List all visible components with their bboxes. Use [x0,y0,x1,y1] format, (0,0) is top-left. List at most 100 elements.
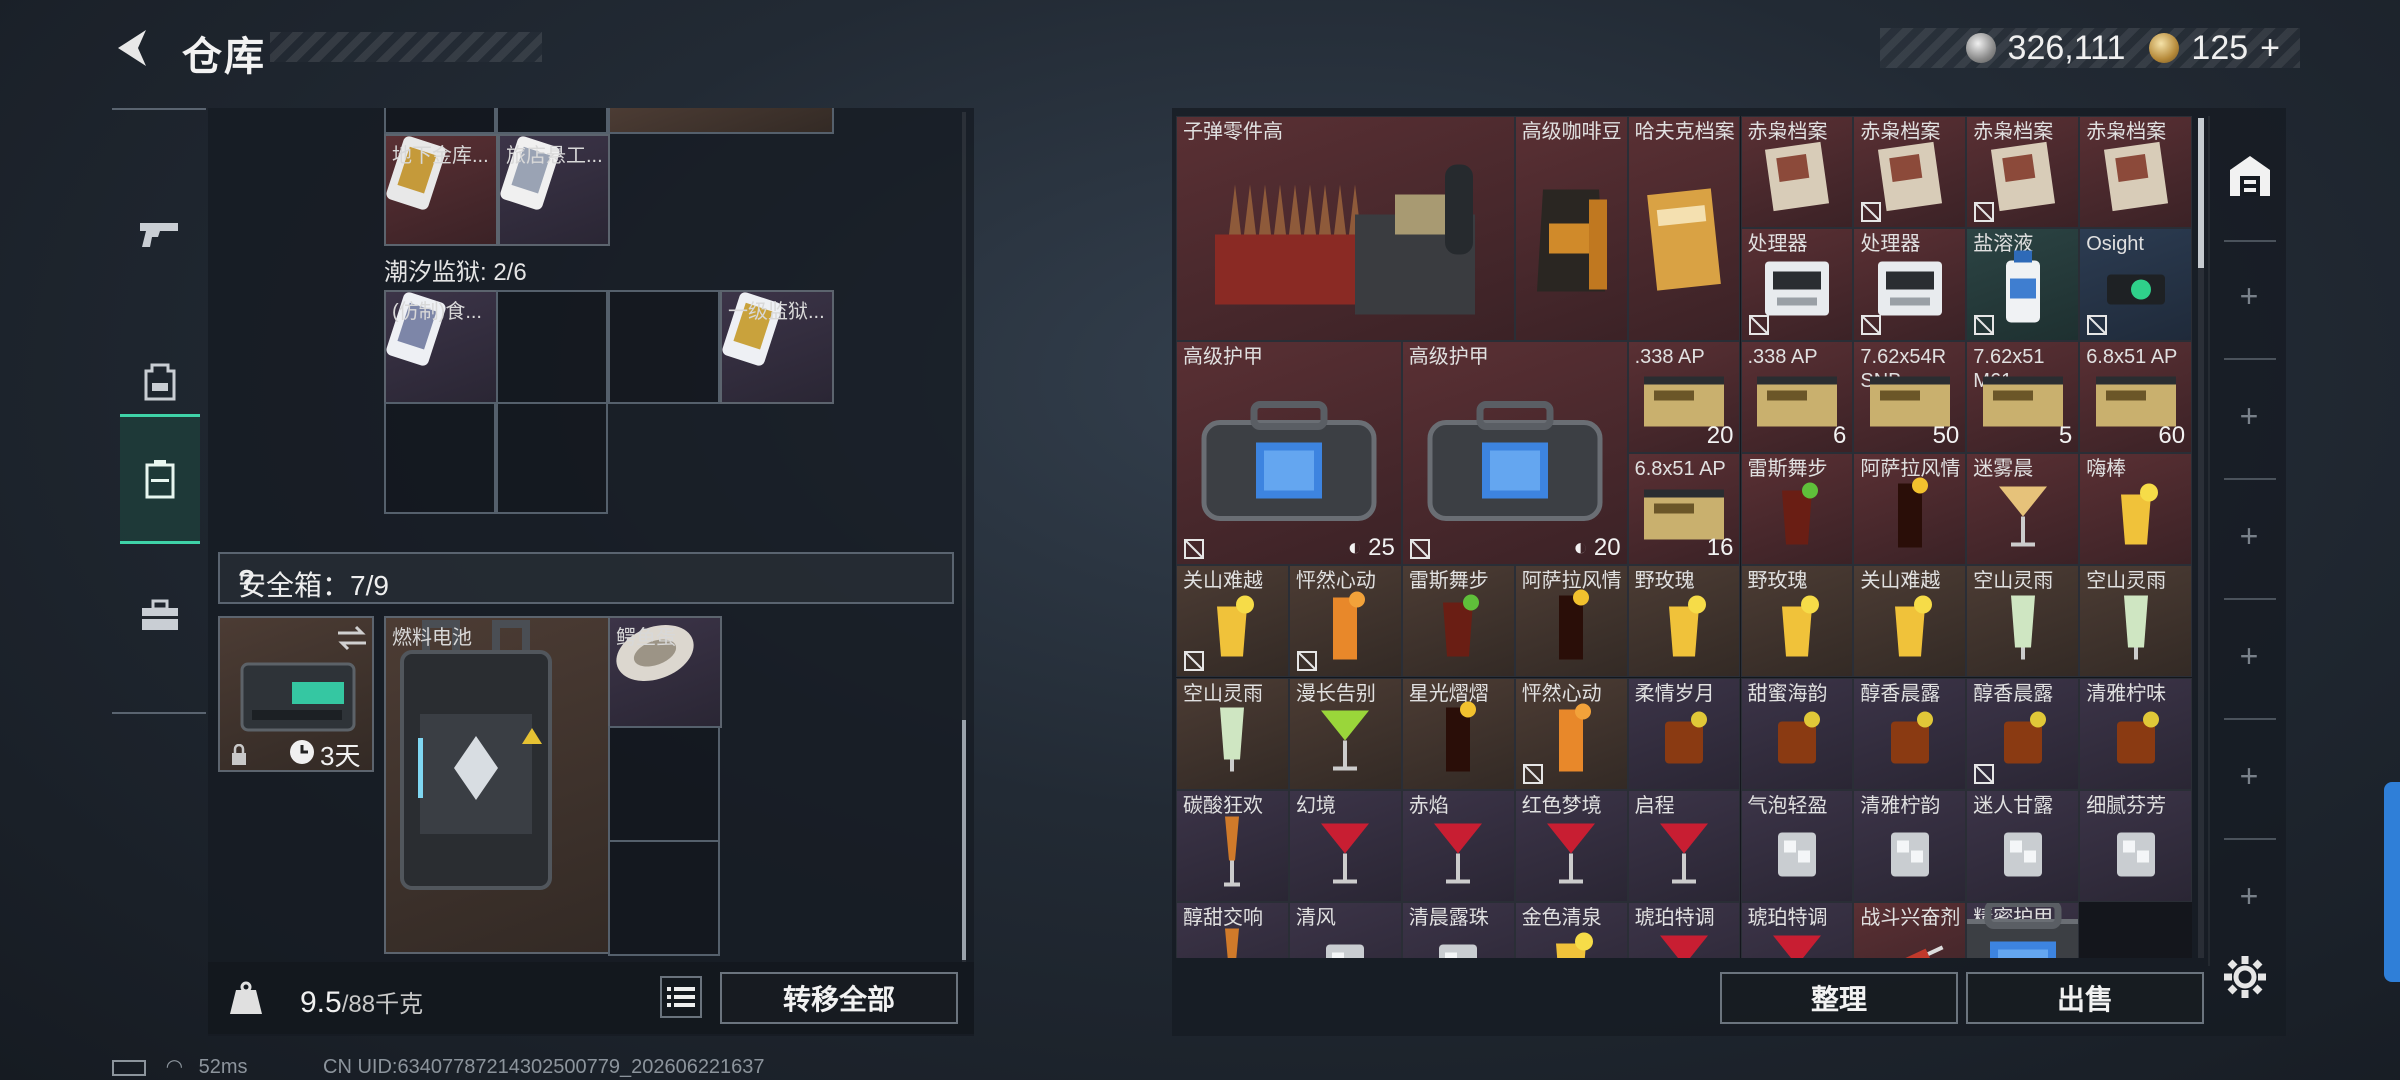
transfer-all-button[interactable]: 转移全部 [720,972,958,1024]
stash-item[interactable]: 赤枭档案 [1966,116,2080,229]
stash-item[interactable]: 6.8x51 AP 60 [2079,340,2192,453]
stash-item[interactable]: 迷人甘露 [1966,789,2080,903]
stash-item[interactable]: 怦然心动 [1288,565,1402,678]
grid-cell[interactable] [496,290,608,404]
item-name: 地下金库... [392,145,489,167]
nav-weapons[interactable] [120,170,200,300]
stash-item[interactable]: 盐溶液 [1966,228,2080,341]
stash-item[interactable]: 赤枭档案 [1740,116,1854,229]
stash-item[interactable]: .338 AP 6 [1740,340,1854,453]
stash-item[interactable]: 关山难越 [1853,565,1967,678]
stash-item[interactable]: 醇香晨露 [1966,677,2080,790]
stash-item[interactable]: 醇甜交响 [1176,902,1289,958]
gold-amount: 125 [2191,28,2249,67]
stash-item[interactable]: 甜蜜海韵 [1740,677,1854,790]
stash-item[interactable]: 细腻芬芳 [2079,789,2192,903]
stash-item[interactable]: 幻境 [1288,789,1402,903]
durability-shield-icon: ◐ [1347,534,1363,562]
stash-item[interactable]: 嗨棒 [2079,452,2192,566]
stash-item[interactable]: .338 AP 20 [1627,340,1741,453]
back-arrow-icon[interactable] [112,26,156,70]
stash-item[interactable]: 清风 [1288,902,1402,958]
stash-item[interactable]: 空山灵雨 [1966,565,2080,678]
stash-item[interactable]: 清雅柠韵 [1853,789,1967,903]
gold-add-button[interactable]: + [2260,29,2280,68]
stash-item[interactable]: 战斗兴奋剂 [1853,902,1967,958]
stash-item[interactable]: 空山灵雨 [1176,677,1289,790]
stash-item[interactable]: 红色梦境 [1514,789,1628,903]
container-scroll-thumb[interactable] [962,720,966,960]
stash-item[interactable]: 赤焰 [1401,789,1515,903]
stash-item[interactable]: Osight [2079,228,2192,341]
stash-item[interactable]: 精密护甲 [1966,902,2080,958]
grid-cell[interactable] [608,840,720,956]
grid-cell[interactable] [496,402,608,514]
sell-button[interactable]: 出售 [1966,972,2204,1024]
stash-item[interactable]: 子弹零件高 [1176,116,1515,341]
add-tab-icon[interactable]: + [2210,398,2288,435]
item-card[interactable]: (仿制)食... [384,290,498,404]
item-card[interactable]: 一级监狱... [720,290,834,404]
stash-item[interactable]: 处理器 [1853,228,1967,341]
add-tab-icon[interactable]: + [2210,518,2288,555]
stash-item[interactable]: 碳酸狂欢 [1176,789,1289,903]
add-tab-icon[interactable]: + [2210,758,2288,795]
stash-item[interactable]: 琥珀特调 [1627,902,1741,958]
stash-item[interactable]: 处理器 [1740,228,1854,341]
stash-item[interactable]: 星光熠熠 [1401,677,1515,790]
nav-containers[interactable] [120,414,200,544]
add-tab-icon[interactable]: + [2210,278,2288,315]
stash-item-count-value: 20 [1593,534,1621,562]
stash-item[interactable]: 赤枭档案 [2079,116,2192,229]
stash-item[interactable]: 怦然心动 [1514,677,1628,790]
stash-item[interactable]: 阿萨拉风情 [1853,452,1967,566]
stash-item[interactable]: 高级护甲 ◐ 20 [1401,340,1628,566]
sort-button[interactable]: 整理 [1720,972,1958,1024]
item-card[interactable]: 鳄鱼蛋 [608,616,722,728]
grid-cell[interactable] [496,108,608,134]
swap-icon[interactable] [336,624,368,652]
stash-item[interactable]: 高级护甲 ◐ 25 [1176,340,1402,566]
grid-cell[interactable] [608,290,720,404]
grid-cell[interactable] [384,402,496,514]
stash-item[interactable]: 金色清泉 [1514,902,1628,958]
add-tab-icon[interactable]: + [2210,878,2288,915]
stash-item[interactable]: 高级咖啡豆 [1514,116,1628,341]
stash-item[interactable]: 6.8x51 AP 16 [1627,452,1741,566]
stash-item[interactable]: 关山难越 [1176,565,1289,678]
stash-item[interactable]: 气泡轻盈 [1740,789,1854,903]
stash-item[interactable]: 7.62x51 M615 [1966,340,2080,453]
stash-item[interactable]: 雷斯舞步 [1740,452,1854,566]
edge-drawer-handle[interactable] [2384,782,2400,982]
stash-item[interactable]: 7.62x54R SNB50 [1853,340,1967,453]
stash-item[interactable]: 清雅柠味 [2079,677,2192,790]
nav-toolbox[interactable] [120,550,200,680]
stash-item[interactable]: 空山灵雨 [2079,565,2192,678]
help-icon[interactable]: ? [238,564,255,596]
stash-item[interactable]: 漫长告别 [1288,677,1402,790]
stash-item[interactable]: 琥珀特调 [1740,902,1854,958]
stash-scroll-thumb[interactable] [2198,118,2204,268]
stash-item[interactable]: 赤枭档案 [1853,116,1967,229]
list-view-button[interactable] [660,976,702,1018]
grid-cell[interactable] [384,108,496,134]
stash-item[interactable]: 野玫瑰 [1740,565,1854,678]
grid-cell[interactable] [608,108,834,134]
stash-tab-main[interactable] [2226,152,2274,205]
stash-item[interactable]: 迷雾晨 [1966,452,2080,566]
secure-case-slot[interactable]: 3天 [218,616,374,772]
grid-cell[interactable] [608,726,720,842]
stash-item[interactable]: 醇香晨露 [1853,677,1967,790]
item-card[interactable]: 燃料电池 [384,616,610,954]
stash-item[interactable]: 启程 [1627,789,1741,903]
stash-item[interactable]: 雷斯舞步 [1401,565,1515,678]
settings-gear-icon[interactable] [2222,954,2268,1000]
stash-item[interactable]: 清晨露珠 [1401,902,1515,958]
stash-item[interactable]: 哈夫克档案 [1627,116,1741,341]
add-tab-icon[interactable]: + [2210,638,2288,675]
stash-item[interactable]: 野玫瑰 [1627,565,1741,678]
item-card[interactable]: 地下金库... [384,134,498,246]
stash-item[interactable]: 阿萨拉风情 [1514,565,1628,678]
stash-item[interactable]: 柔情岁月 [1627,677,1741,790]
item-card[interactable]: 旅店悬工... [498,134,610,246]
